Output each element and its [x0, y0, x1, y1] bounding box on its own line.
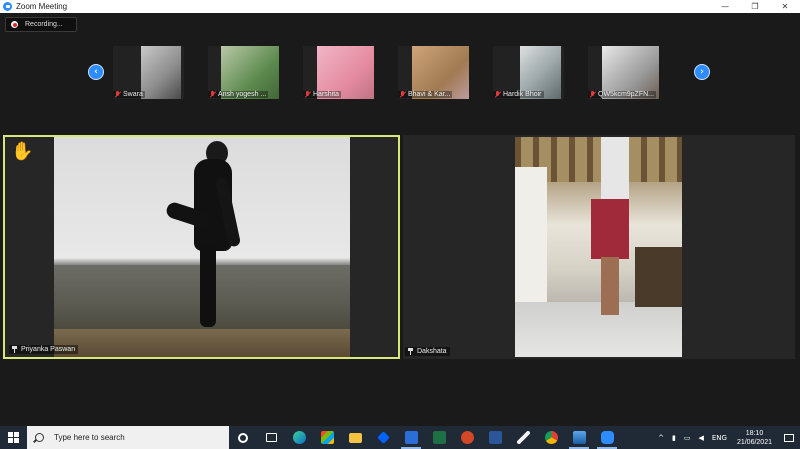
zoom-button[interactable]	[593, 426, 621, 449]
network-icon[interactable]: ▮	[672, 434, 676, 442]
mic-muted-icon	[305, 91, 310, 98]
dropbox-button[interactable]	[369, 426, 397, 449]
zoom-logo-icon	[3, 2, 12, 11]
volume-icon[interactable]: ◀	[698, 434, 703, 442]
participant-thumbnail[interactable]: QW5kcm9pZFN...	[588, 46, 659, 99]
folder-icon	[348, 432, 362, 443]
language-indicator[interactable]: ENG	[712, 434, 727, 442]
search-icon	[35, 433, 44, 442]
winamp-button[interactable]	[509, 426, 537, 449]
participant-video-tile[interactable]: Dakshata	[403, 135, 795, 359]
show-hidden-icons-button[interactable]: ^	[658, 434, 664, 442]
chevron-left-icon: ‹	[94, 67, 98, 77]
clock[interactable]: 18:10 21/06/2021	[737, 429, 772, 447]
participant-label: Swara	[113, 91, 145, 98]
taskbar-search[interactable]: Type here to search	[27, 426, 229, 449]
participant-video	[515, 137, 682, 357]
clock-date: 21/06/2021	[736, 438, 772, 446]
pin-icon	[407, 348, 414, 355]
raise-hand-icon: ✋	[11, 141, 34, 162]
video-scene-furniture	[635, 247, 682, 307]
chevron-right-icon: ›	[700, 67, 704, 77]
image-viewer-button[interactable]	[565, 426, 593, 449]
video-scene-floor	[515, 302, 682, 357]
video-scene-person	[200, 245, 216, 327]
edge-icon	[292, 431, 306, 444]
powerpoint-icon	[460, 431, 474, 444]
store-button[interactable]	[313, 426, 341, 449]
participant-thumbnail[interactable]: Swara	[113, 46, 184, 99]
close-button[interactable]: ✕	[770, 0, 800, 13]
title-bar: Zoom Meeting — ❐ ✕	[0, 0, 800, 13]
participant-label: Bhavi & Kar...	[398, 91, 453, 98]
window-title: Zoom Meeting	[16, 2, 68, 11]
participant-label: Priyanka Paswan	[9, 345, 79, 354]
photos-icon	[404, 431, 418, 444]
windows-taskbar: Type here to search ^ ▮ ▭ ◀ ENG 18:10 21…	[0, 426, 800, 449]
video-scene-curtain	[515, 167, 547, 317]
excel-button[interactable]	[425, 426, 453, 449]
participant-video	[54, 137, 350, 357]
word-button[interactable]	[481, 426, 509, 449]
spotlight-video-tile[interactable]: ✋ Priyanka Paswan	[3, 135, 400, 359]
start-button[interactable]	[0, 426, 27, 449]
mic-muted-icon	[115, 91, 120, 98]
participant-label: QW5kcm9pZFN...	[588, 91, 657, 98]
participant-video	[141, 46, 181, 99]
notification-icon	[784, 433, 794, 442]
next-page-button[interactable]: ›	[694, 64, 710, 80]
mic-muted-icon	[210, 91, 215, 98]
clock-time: 18:10	[745, 429, 764, 437]
record-icon	[11, 21, 18, 28]
system-tray: ^ ▮ ▭ ◀ ENG 18:10 21/06/2021	[654, 426, 800, 449]
participant-thumbnail[interactable]: Ansh yogesh ...	[208, 46, 279, 99]
photos-button[interactable]	[397, 426, 425, 449]
video-scene-person	[601, 137, 629, 205]
chrome-button[interactable]	[537, 426, 565, 449]
powerpoint-button[interactable]	[453, 426, 481, 449]
window-controls: — ❐ ✕	[710, 0, 800, 13]
previous-page-button[interactable]: ‹	[88, 64, 104, 80]
word-icon	[488, 431, 502, 444]
participant-label: Harshita	[303, 91, 342, 98]
dropbox-icon	[376, 431, 390, 444]
lightning-icon	[516, 431, 530, 444]
pin-icon	[11, 346, 18, 353]
task-view-icon	[265, 433, 277, 442]
excel-icon	[432, 431, 446, 444]
file-explorer-button[interactable]	[341, 426, 369, 449]
image-viewer-icon	[572, 431, 586, 444]
video-scene-floor	[54, 329, 350, 357]
participant-thumbnail[interactable]: Hardik Bhoir	[493, 46, 564, 99]
battery-icon[interactable]: ▭	[684, 434, 691, 442]
zoom-meeting-window: Zoom Meeting — ❐ ✕ Recording... ‹ Swara …	[0, 0, 800, 449]
mic-muted-icon	[400, 91, 405, 98]
video-scene-person	[591, 199, 629, 259]
task-view-button[interactable]	[257, 426, 285, 449]
chrome-icon	[544, 431, 558, 444]
restore-button[interactable]: ❐	[740, 0, 770, 13]
search-placeholder: Type here to search	[54, 433, 125, 442]
store-icon	[320, 431, 334, 444]
mic-muted-icon	[495, 91, 500, 98]
recording-indicator[interactable]: Recording...	[5, 17, 77, 32]
notifications-button[interactable]	[778, 426, 800, 449]
cortana-button[interactable]	[229, 426, 257, 449]
windows-logo-icon	[8, 432, 19, 443]
recording-label: Recording...	[25, 21, 63, 28]
participant-thumbnail[interactable]: Harshita	[303, 46, 374, 99]
participant-label: Ansh yogesh ...	[208, 91, 269, 98]
mic-muted-icon	[590, 91, 595, 98]
participant-label: Hardik Bhoir	[493, 91, 544, 98]
participant-thumbnail[interactable]: Bhavi & Kar...	[398, 46, 469, 99]
minimize-button[interactable]: —	[710, 0, 740, 13]
edge-button[interactable]	[285, 426, 313, 449]
participant-label: Dakshata	[405, 347, 450, 356]
cortana-icon	[238, 432, 248, 443]
zoom-icon	[600, 431, 614, 444]
video-scene-person	[601, 257, 619, 315]
